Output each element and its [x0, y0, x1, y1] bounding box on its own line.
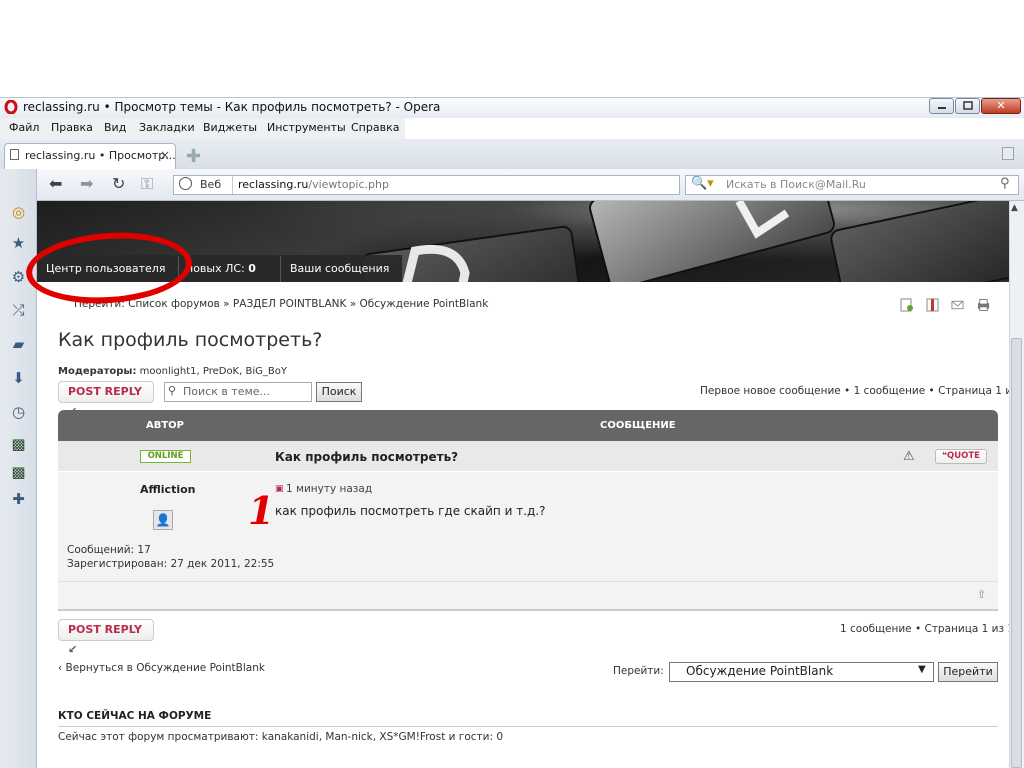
post-table-header: [58, 410, 998, 441]
quote-button[interactable]: ❝QUOTE: [935, 449, 987, 464]
close-window-button[interactable]: ✕: [981, 98, 1021, 114]
jump-label: Перейти:: [613, 665, 664, 677]
maximize-button[interactable]: [955, 98, 980, 114]
window-title: reclassing.ru • Просмотр темы - Как проф…: [23, 100, 441, 114]
address-scope: Веб: [200, 178, 222, 191]
your-posts-link[interactable]: Ваши сообщения: [290, 262, 389, 275]
private-messages-link[interactable]: новых ЛС: 0: [186, 262, 256, 275]
pm-label: новых ЛС:: [186, 262, 245, 275]
scroll-up-arrow-icon[interactable]: ▲: [1011, 203, 1018, 213]
menu-bookmarks[interactable]: Закладки: [139, 121, 195, 134]
author-post-count: Сообщений: 17: [67, 544, 151, 556]
tab-close-icon[interactable]: ×: [160, 148, 170, 162]
key-icon[interactable]: ⚿: [141, 174, 153, 194]
column-author: АВТОР: [146, 420, 185, 431]
new-topic-icon[interactable]: [900, 298, 913, 312]
add-panel-icon[interactable]: ✚: [10, 491, 27, 508]
who-online-divider: [58, 726, 998, 727]
user-avatar-icon[interactable]: 👤: [153, 510, 173, 530]
breadcrumb[interactable]: Перейти: Список форумов » РАЗДЕЛ POINTBL…: [74, 298, 488, 310]
search-engine-icon[interactable]: 🔍▾: [691, 176, 714, 191]
reply-arrow-icon-bottom: ↙: [68, 643, 78, 656]
post-reply-button-bottom[interactable]: POST REPLY ↙: [58, 619, 154, 656]
menu-tools[interactable]: Инструменты: [267, 121, 346, 134]
search-icon-small: ⚲: [168, 384, 177, 397]
chevron-down-icon[interactable]: ▼: [918, 664, 926, 675]
back-arrow-icon[interactable]: ⬅: [49, 174, 62, 193]
menu-edit[interactable]: Правка: [51, 121, 93, 134]
author-registered: Зарегистрирован: 27 дек 2011, 22:55: [67, 558, 275, 570]
menu-view[interactable]: Вид: [104, 121, 126, 134]
page-icon: [10, 149, 19, 160]
online-status-badge: ONLINE: [140, 450, 191, 463]
navbar-divider-2: [280, 256, 281, 282]
menu-help[interactable]: Справка: [351, 121, 399, 134]
post-reply-button[interactable]: POST REPLY ↙: [58, 381, 154, 418]
notes-icon[interactable]: ▰: [10, 336, 27, 353]
forward-arrow-icon[interactable]: ➡: [80, 174, 93, 193]
chevron-left-icon: ‹: [58, 662, 63, 674]
scrollbar-thumb[interactable]: [1011, 338, 1022, 768]
column-message: СООБЩЕНИЕ: [600, 420, 676, 431]
back-to-forum-label: Вернуться в Обсуждение PointBlank: [65, 662, 265, 674]
opera-logo-icon: [4, 100, 18, 114]
share-icon[interactable]: ⤮: [10, 302, 27, 319]
search-icon[interactable]: ⚲: [1000, 176, 1010, 191]
who-online-title: КТО СЕЙЧАС НА ФОРУМЕ: [58, 710, 212, 722]
post-footer-row: [58, 582, 998, 611]
search-placeholder: Искать в Поиск@Mail.Ru: [726, 178, 866, 191]
pm-count: 0: [248, 262, 256, 275]
post-content: как профиль посмотреть где скайп и т.д.?: [275, 504, 546, 518]
widget-thumbnail-icon[interactable]: ▩: [10, 436, 27, 453]
jump-select-value: Обсуждение PointBlank: [686, 664, 834, 678]
topic-search-placeholder: Поиск в теме...: [183, 385, 271, 398]
globe-icon: [179, 177, 192, 190]
downloads-icon[interactable]: ⬇: [10, 370, 27, 387]
pagination-top[interactable]: Первое новое сообщение • 1 сообщение • С…: [700, 385, 1024, 397]
pagination-bottom[interactable]: 1 сообщение • Страница 1 из 1: [840, 623, 1014, 635]
print-icon[interactable]: [977, 298, 990, 312]
post-header-row: [58, 441, 998, 472]
moderators-line: Модераторы: moonlight1, PreDoK, BiG_BoY: [58, 366, 287, 377]
bookmark-book-icon[interactable]: [926, 298, 939, 312]
post-time: 1 минуту назад: [286, 483, 373, 495]
moderators-label: Модераторы:: [58, 366, 137, 377]
report-warning-icon[interactable]: ⚠: [903, 449, 915, 464]
post-subject[interactable]: Как профиль посмотреть?: [275, 450, 458, 464]
topic-title[interactable]: Как профиль посмотреть?: [58, 329, 322, 351]
new-tab-icon[interactable]: ✚: [186, 146, 201, 167]
bookmarks-star-icon[interactable]: ★: [10, 235, 27, 252]
mail-icon[interactable]: ◎: [10, 204, 27, 221]
back-to-forum-link[interactable]: ‹ Вернуться в Обсуждение PointBlank: [58, 662, 265, 674]
topic-search-button[interactable]: Поиск: [316, 382, 362, 402]
widget-thumbnail-icon-2[interactable]: ▩: [10, 464, 27, 481]
post-reply-label: POST REPLY: [68, 385, 142, 398]
history-clock-icon[interactable]: ◷: [10, 404, 27, 421]
reload-icon[interactable]: ↻: [112, 174, 125, 193]
url-host: reclassing.ru: [238, 178, 309, 191]
address-separator: [232, 176, 233, 194]
key-letter-decoration: [735, 201, 790, 239]
minimize-button[interactable]: [929, 98, 954, 114]
back-to-top-icon[interactable]: ⇧: [977, 588, 986, 601]
post-reply-label-bottom: POST REPLY: [68, 623, 142, 636]
post-link-icon[interactable]: ▣: [275, 484, 284, 494]
address-url[interactable]: reclassing.ru/viewtopic.php: [238, 178, 389, 191]
menu-file[interactable]: Файл: [9, 121, 39, 134]
key-letter-d-decoration: [402, 244, 470, 282]
url-path: /viewtopic.php: [308, 178, 389, 191]
moderators-list[interactable]: moonlight1, PreDoK, BiG_BoY: [140, 366, 287, 377]
menu-widgets[interactable]: Виджеты: [203, 121, 257, 134]
jump-go-button[interactable]: Перейти: [938, 662, 998, 682]
settings-gear-icon[interactable]: ⚙: [10, 269, 27, 286]
annotation-number: 1: [248, 488, 275, 533]
post-author[interactable]: Affliction: [140, 483, 196, 496]
quote-label: QUOTE: [947, 451, 980, 461]
who-online-text: Сейчас этот форум просматривают: kanakan…: [58, 731, 504, 743]
tab-title: reclassing.ru • Просмотр...: [25, 149, 176, 162]
email-topic-icon[interactable]: [951, 298, 964, 312]
trash-icon[interactable]: [1002, 147, 1014, 160]
